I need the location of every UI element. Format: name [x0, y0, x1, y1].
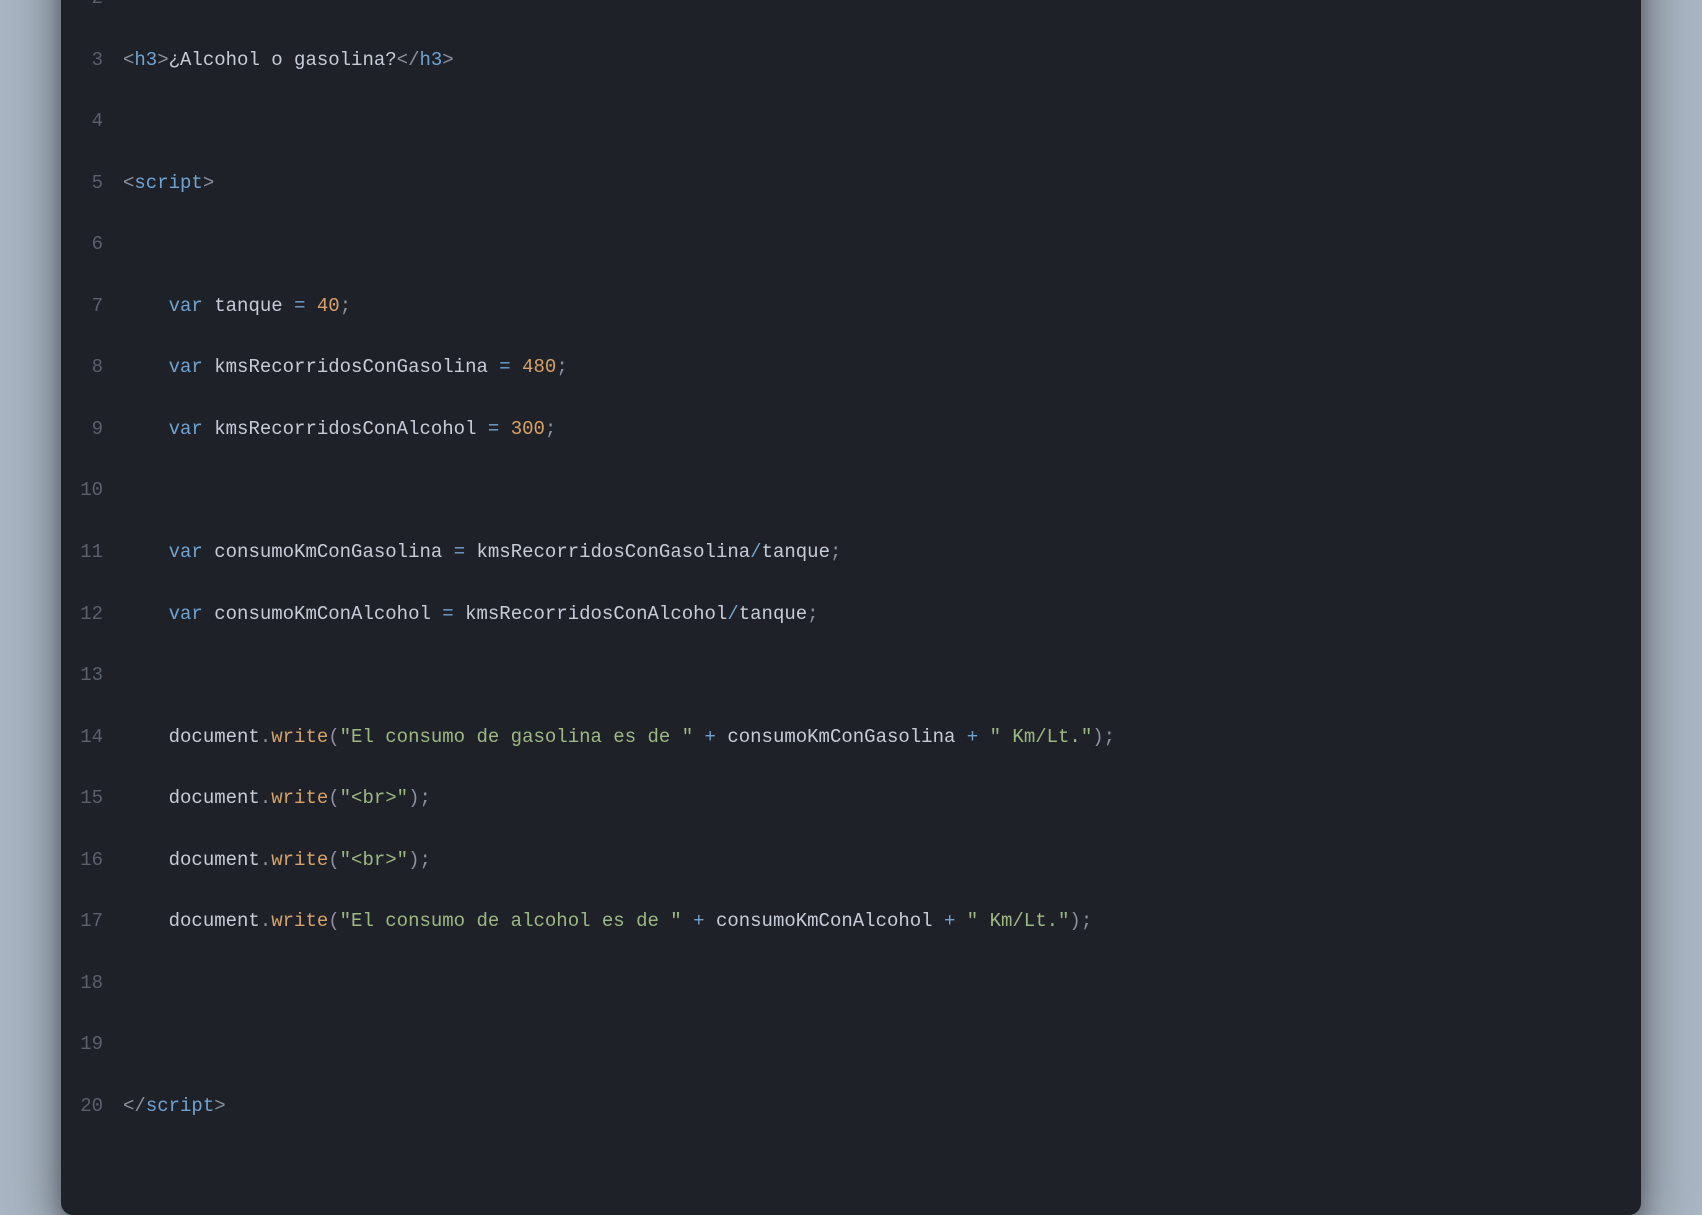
code-editor[interactable]: 1<meta charset="UTF-8"> 2 3<h3>¿Alcohol …: [61, 0, 1641, 1187]
code-line: 14 document.write("El consumo de gasolin…: [71, 722, 1623, 753]
code-line: 7 var tanque = 40;: [71, 291, 1623, 322]
tag-name: script: [134, 172, 202, 194]
identifier: tanque: [762, 541, 830, 563]
code-line: 13: [71, 660, 1623, 691]
identifier: document: [169, 910, 260, 932]
line-number: 19: [71, 1029, 123, 1060]
identifier: consumoKmConGasolina: [727, 726, 955, 748]
line-number: 16: [71, 845, 123, 876]
identifier: tanque: [739, 603, 807, 625]
number-literal: 480: [522, 356, 556, 378]
string-literal: " Km/Lt.": [990, 726, 1093, 748]
identifier: kmsRecorridosConAlcohol: [465, 603, 727, 625]
function-call: write: [271, 726, 328, 748]
tag-name: h3: [134, 49, 157, 71]
line-number: 11: [71, 537, 123, 568]
code-line: 4: [71, 106, 1623, 137]
line-number: 9: [71, 414, 123, 445]
code-line: 18: [71, 968, 1623, 999]
code-line: 19: [71, 1029, 1623, 1060]
identifier: kmsRecorridosConGasolina: [477, 541, 751, 563]
code-window: 1<meta charset="UTF-8"> 2 3<h3>¿Alcohol …: [61, 0, 1641, 1215]
function-call: write: [271, 910, 328, 932]
string-literal: "El consumo de alcohol es de ": [340, 910, 682, 932]
line-number: 12: [71, 599, 123, 630]
line-number: 4: [71, 106, 123, 137]
code-line: 8 var kmsRecorridosConGasolina = 480;: [71, 352, 1623, 383]
line-number: 2: [71, 0, 123, 14]
code-line: 9 var kmsRecorridosConAlcohol = 300;: [71, 414, 1623, 445]
identifier: consumoKmConAlcohol: [716, 910, 933, 932]
number-literal: 40: [317, 295, 340, 317]
keyword-var: var: [169, 295, 203, 317]
keyword-var: var: [169, 356, 203, 378]
line-number: 6: [71, 229, 123, 260]
line-number: 17: [71, 906, 123, 937]
tag-name: script: [146, 1095, 214, 1117]
line-number: 8: [71, 352, 123, 383]
keyword-var: var: [169, 603, 203, 625]
string-literal: "<br>": [340, 787, 408, 809]
heading-text: ¿Alcohol o gasolina?: [169, 49, 397, 71]
number-literal: 300: [511, 418, 545, 440]
string-literal: "El consumo de gasolina es de ": [340, 726, 693, 748]
code-line: 3<h3>¿Alcohol o gasolina?</h3>: [71, 45, 1623, 76]
line-number: 15: [71, 783, 123, 814]
function-call: write: [271, 787, 328, 809]
line-number: 10: [71, 475, 123, 506]
identifier: tanque: [214, 295, 282, 317]
identifier: document: [169, 787, 260, 809]
identifier: document: [169, 849, 260, 871]
identifier: consumoKmConGasolina: [214, 541, 442, 563]
identifier: document: [169, 726, 260, 748]
line-number: 18: [71, 968, 123, 999]
line-number: 5: [71, 168, 123, 199]
code-line: 12 var consumoKmConAlcohol = kmsRecorrid…: [71, 599, 1623, 630]
line-number: 3: [71, 45, 123, 76]
code-line: 20</script>: [71, 1091, 1623, 1122]
function-call: write: [271, 849, 328, 871]
code-line: 16 document.write("<br>");: [71, 845, 1623, 876]
code-line: 11 var consumoKmConGasolina = kmsRecorri…: [71, 537, 1623, 568]
string-literal: "<br>": [340, 849, 408, 871]
identifier: consumoKmConAlcohol: [214, 603, 431, 625]
line-number: 7: [71, 291, 123, 322]
identifier: kmsRecorridosConGasolina: [214, 356, 488, 378]
line-number: 13: [71, 660, 123, 691]
code-line: 6: [71, 229, 1623, 260]
line-number: 20: [71, 1091, 123, 1122]
keyword-var: var: [169, 418, 203, 440]
line-number: 14: [71, 722, 123, 753]
code-line: 2: [71, 0, 1623, 14]
code-line: 10: [71, 475, 1623, 506]
code-line: 5<script>: [71, 168, 1623, 199]
identifier: kmsRecorridosConAlcohol: [214, 418, 476, 440]
string-literal: " Km/Lt.": [967, 910, 1070, 932]
keyword-var: var: [169, 541, 203, 563]
code-line: 15 document.write("<br>");: [71, 783, 1623, 814]
code-line: 17 document.write("El consumo de alcohol…: [71, 906, 1623, 937]
